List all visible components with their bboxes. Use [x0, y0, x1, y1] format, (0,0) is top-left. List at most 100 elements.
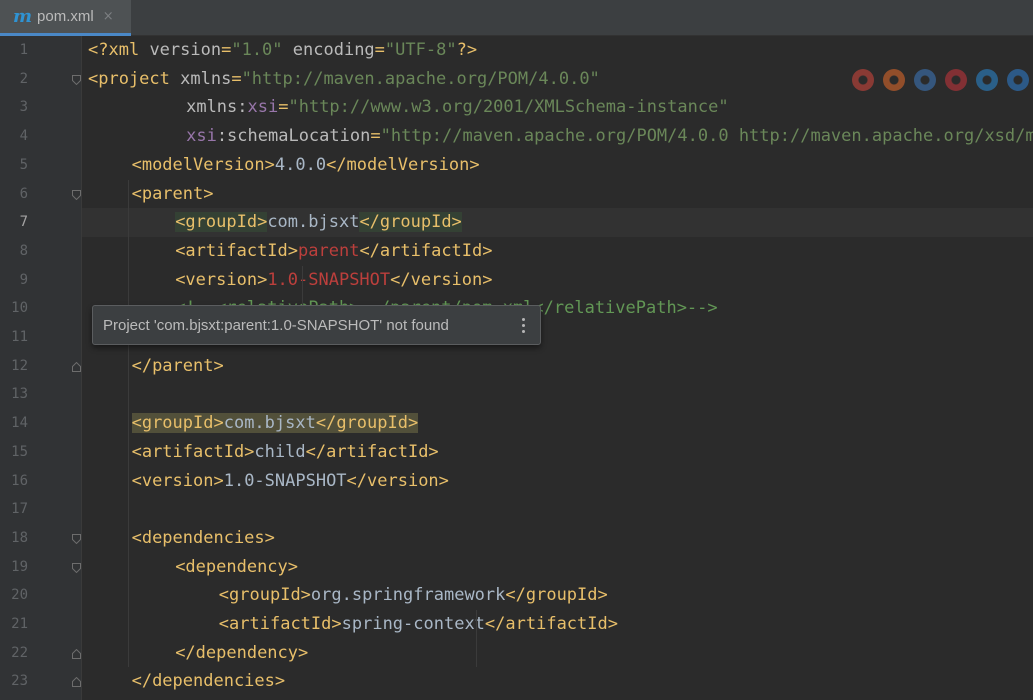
- line-number: 18: [11, 529, 28, 546]
- line-number: 13: [11, 386, 28, 403]
- fold-end-icon[interactable]: [72, 648, 81, 659]
- fold-end-icon[interactable]: [72, 361, 81, 372]
- fold-open-icon[interactable]: [72, 74, 81, 85]
- code-token: encoding: [292, 40, 375, 60]
- line-number: 2: [19, 70, 28, 87]
- code-token: </groupId>: [359, 212, 462, 233]
- code-token: <artifactId>: [175, 240, 299, 261]
- code-token: </version>: [346, 470, 449, 491]
- line-number: 16: [11, 472, 28, 489]
- code-token: =: [278, 97, 289, 118]
- code-token: xml: [108, 40, 150, 60]
- fold-open-icon[interactable]: [72, 562, 81, 573]
- line-number: 21: [11, 616, 28, 632]
- code-line: <groupId>org.springframework</groupId>: [219, 581, 608, 610]
- code-token: <project: [88, 68, 181, 89]
- code-token: 1.0-SNAPSHOT: [267, 269, 391, 290]
- close-icon[interactable]: ×: [103, 9, 114, 24]
- code-token: com.bjsxt: [223, 413, 316, 434]
- code-token: <dependency>: [175, 556, 299, 577]
- code-token: ?>: [456, 40, 478, 60]
- code-token: "http://maven.apache.org/POM/4.0.0 http:…: [380, 126, 1033, 147]
- code-token: </parent>: [131, 355, 224, 376]
- code-token: 1.0-SNAPSHOT: [223, 470, 347, 491]
- line-number: 10: [11, 300, 28, 317]
- code-token: <artifactId>: [131, 441, 255, 462]
- code-line: <dependencies>: [132, 524, 275, 553]
- safari-icon[interactable]: [914, 69, 936, 91]
- chrome-icon[interactable]: [852, 69, 874, 91]
- code-line: <artifactId>parent</artifactId>: [175, 237, 492, 266]
- code-token: <groupId>: [218, 585, 311, 606]
- code-token: "1.0": [231, 40, 283, 60]
- code-token: version: [149, 40, 222, 60]
- code-token: "UTF-8": [384, 40, 457, 60]
- line-number: 8: [19, 242, 28, 259]
- tooltip-message: Project 'com.bjsxt:parent:1.0-SNAPSHOT' …: [103, 316, 449, 334]
- code-line: <modelVersion>4.0.0</modelVersion>: [132, 151, 480, 180]
- line-number: 12: [11, 357, 28, 374]
- code-token: "http://maven.apache.org/POM/4.0.0": [241, 68, 600, 89]
- code-editor[interactable]: <?xml version="1.0" encoding="UTF-8"?> <p…: [82, 36, 1033, 700]
- more-options-icon[interactable]: [520, 314, 526, 336]
- code-line: <version>1.0-SNAPSHOT</version>: [132, 467, 449, 496]
- edge-icon[interactable]: [1007, 69, 1029, 91]
- code-token: "http://www.w3.org/2001/XMLSchema-instan…: [288, 97, 729, 118]
- code-line: <artifactId>child</artifactId>: [132, 438, 439, 467]
- line-number: 17: [11, 501, 28, 518]
- line-number: 11: [11, 329, 28, 345]
- code-token: </dependency>: [175, 642, 309, 663]
- fold-open-icon[interactable]: [72, 533, 81, 544]
- line-number: 14: [11, 415, 28, 432]
- code-token: org.springframework: [310, 585, 506, 606]
- code-token: <?: [88, 40, 109, 60]
- code-token: =: [374, 40, 385, 60]
- line-number: 1: [19, 42, 28, 58]
- code-token: <dependencies>: [131, 527, 275, 548]
- ie-icon[interactable]: [976, 69, 998, 91]
- code-token: </version>: [390, 269, 493, 290]
- line-number: 20: [11, 587, 28, 604]
- code-token: <groupId>: [175, 212, 268, 233]
- code-token: 4.0.0: [274, 154, 327, 175]
- line-number: 22: [11, 644, 28, 661]
- line-number: 6: [19, 185, 28, 202]
- tab-pom-xml[interactable]: m pom.xml ×: [0, 0, 131, 36]
- firefox-icon[interactable]: [883, 69, 905, 91]
- code-line: <groupId>com.bjsxt</groupId>: [131, 409, 419, 438]
- fold-open-icon[interactable]: [72, 189, 81, 200]
- line-number-gutter[interactable]: 1 2 3 4 5 6 7 8 9 10 11 12 13 14 15 16 17 18 19 20 21 22 23: [0, 36, 82, 700]
- code-token: child: [254, 441, 306, 462]
- code-line: </parent>: [132, 352, 224, 381]
- editor-tab-bar: m pom.xml ×: [0, 0, 1033, 36]
- code-line: <artifactId>spring-context</artifactId>: [219, 610, 618, 639]
- tab-label: pom.xml: [37, 8, 94, 25]
- code-token: =: [370, 126, 381, 147]
- line-number: 15: [11, 443, 28, 460]
- code-token: xmlns:: [186, 97, 248, 118]
- code-token: xsi: [186, 126, 217, 147]
- code-token: </artifactId>: [484, 614, 618, 634]
- code-token: parent: [298, 240, 360, 261]
- code-token: xsi: [247, 97, 279, 118]
- line-number: 7: [19, 214, 28, 231]
- line-number: 23: [11, 673, 28, 690]
- opera-icon[interactable]: [945, 69, 967, 91]
- code-token: </dependencies>: [131, 671, 286, 692]
- code-token: <artifactId>: [218, 614, 342, 634]
- code-line: <?xml version="1.0" encoding="UTF-8"?>: [88, 36, 477, 65]
- code-token: =: [231, 68, 242, 89]
- code-line: <version>1.0-SNAPSHOT</version>: [175, 266, 492, 295]
- code-token: <modelVersion>: [131, 154, 275, 175]
- fold-end-icon[interactable]: [72, 677, 81, 688]
- line-number: 4: [19, 128, 28, 145]
- code-line: </dependency>: [175, 639, 308, 668]
- code-token: </modelVersion>: [326, 154, 480, 175]
- code-token: </artifactId>: [359, 240, 493, 261]
- code-line: <parent>: [132, 180, 214, 209]
- indent-guide: [127, 179, 129, 668]
- code-line: <groupId>com.bjsxt</groupId>: [175, 208, 462, 237]
- code-token: =: [221, 40, 232, 60]
- line-number: 5: [19, 156, 28, 173]
